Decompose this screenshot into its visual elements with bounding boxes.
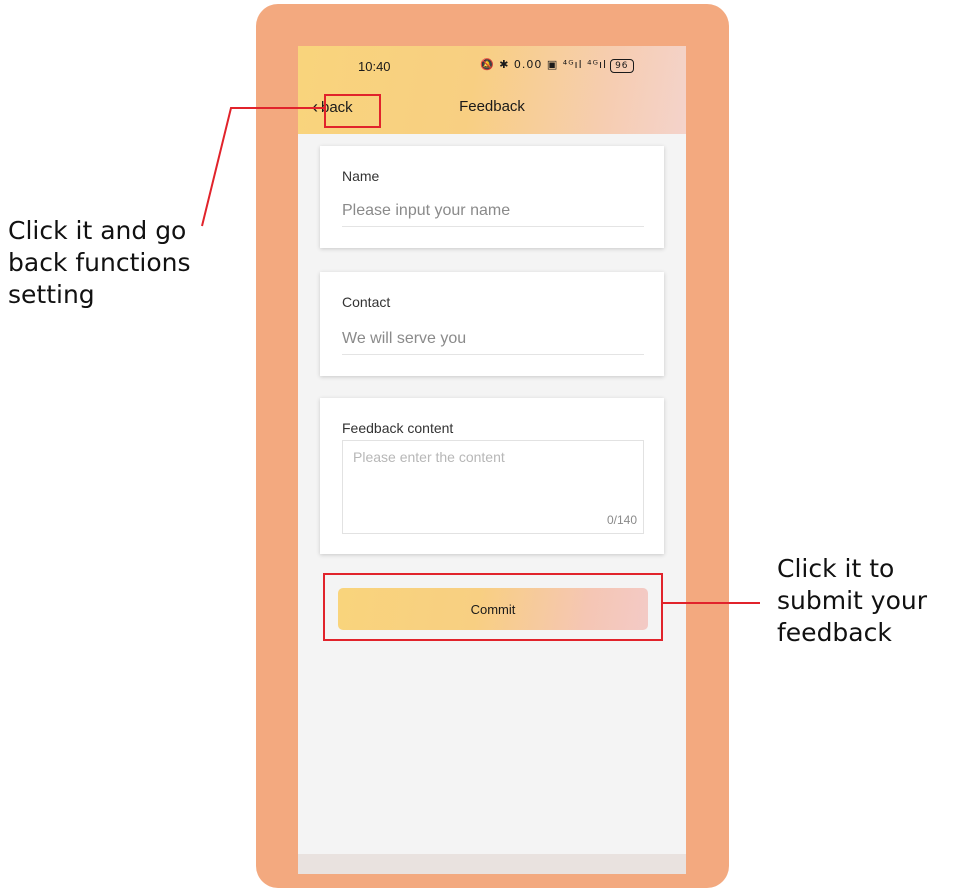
back-callout-line-3: setting <box>8 280 95 309</box>
commit-callout-line-1: Click it to <box>777 554 895 583</box>
commit-callout-text: Click it to submit your feedback <box>777 553 927 649</box>
commit-callout-line-2: submit your <box>777 586 927 615</box>
back-callout-text: Click it and go back functions setting <box>8 215 191 311</box>
back-callout-line-2: back functions <box>8 248 191 277</box>
back-callout-line <box>201 107 324 227</box>
commit-callout-line-3: feedback <box>777 618 892 647</box>
callout-lines <box>201 107 760 604</box>
back-callout-line-1: Click it and go <box>8 216 187 245</box>
